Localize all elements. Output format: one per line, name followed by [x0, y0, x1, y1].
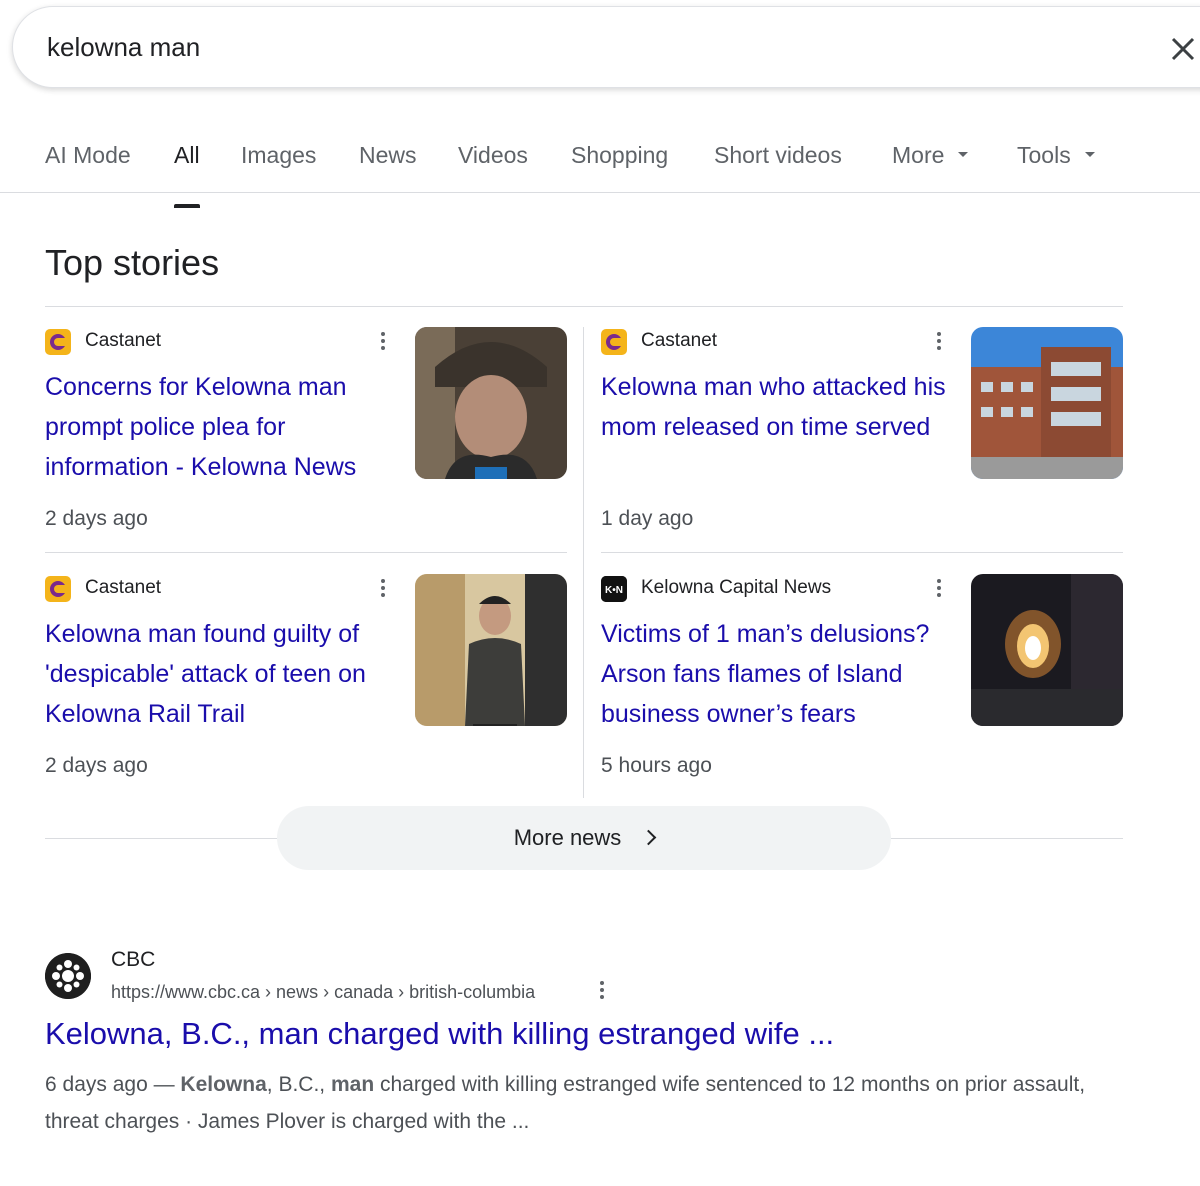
search-tabs: AI Mode All Images News Videos Shopping …: [0, 120, 1200, 208]
story-age: 2 days ago: [45, 507, 148, 530]
result-source: CBC: [111, 948, 156, 971]
more-options-icon[interactable]: [929, 329, 949, 357]
caret-down-icon: [1084, 152, 1095, 158]
tab-videos[interactable]: Videos: [458, 142, 528, 190]
story-source: Kelowna Capital News: [641, 577, 832, 598]
story-thumbnail[interactable]: [971, 327, 1123, 479]
story-thumbnail[interactable]: [415, 327, 567, 479]
snippet-bold: Kelowna: [180, 1073, 267, 1096]
more-options-icon[interactable]: [373, 576, 393, 604]
story-source: Castanet: [85, 577, 162, 598]
man-in-cap-photo: [415, 327, 567, 479]
tab-more-label: More: [892, 142, 945, 168]
divider: [45, 838, 277, 839]
story-age: 5 hours ago: [601, 754, 712, 777]
story-card[interactable]: Castanet Concerns for Kelowna man prompt…: [45, 327, 567, 555]
divider: [45, 306, 1123, 307]
tab-shopping[interactable]: Shopping: [571, 142, 668, 190]
story-thumbnail[interactable]: [415, 574, 567, 726]
courthouse-photo: [971, 327, 1123, 479]
story-card[interactable]: K•N Kelowna Capital News Victims of 1 ma…: [601, 574, 1123, 802]
caret-down-icon: [958, 152, 969, 158]
fire-at-night-photo: [971, 574, 1123, 726]
story-card[interactable]: Castanet Kelowna man who attacked his mo…: [601, 327, 1123, 555]
story-age: 1 day ago: [601, 507, 694, 530]
divider: [891, 838, 1123, 839]
tab-more[interactable]: More: [892, 142, 969, 190]
search-bar: [12, 6, 1200, 88]
result-title-link[interactable]: Kelowna, B.C., man charged with killing …: [45, 1016, 834, 1052]
more-options-icon[interactable]: [592, 978, 612, 1006]
cbc-logo-icon: [45, 953, 91, 999]
tab-all[interactable]: All: [174, 142, 200, 208]
story-source: Castanet: [641, 330, 718, 351]
snippet-date: 6 days ago: [45, 1073, 148, 1096]
svg-text:K•N: K•N: [605, 585, 623, 596]
tab-tools[interactable]: Tools: [1017, 142, 1095, 190]
castanet-icon: [45, 576, 71, 602]
divider: [583, 327, 584, 798]
snippet-separator: —: [147, 1073, 181, 1096]
tab-short-videos[interactable]: Short videos: [714, 142, 842, 190]
story-card[interactable]: Castanet Kelowna man found guilty of 'de…: [45, 574, 567, 802]
search-input[interactable]: [47, 29, 1047, 65]
clear-search-button[interactable]: [1161, 27, 1200, 71]
castanet-icon: [45, 329, 71, 355]
tab-images[interactable]: Images: [241, 142, 316, 190]
story-source: Castanet: [85, 330, 162, 351]
snippet-bold: man: [330, 1073, 375, 1096]
story-age: 2 days ago: [45, 754, 148, 777]
more-news-label: More news: [513, 825, 622, 850]
tab-news[interactable]: News: [359, 142, 417, 190]
more-options-icon[interactable]: [373, 329, 393, 357]
tab-tools-label: Tools: [1017, 142, 1071, 168]
chevron-right-icon: [641, 829, 657, 846]
story-headline[interactable]: Kelowna man found guilty of 'despicable'…: [45, 614, 395, 734]
man-in-jacket-photo: [415, 574, 567, 726]
tab-ai-mode[interactable]: AI Mode: [45, 142, 131, 190]
result-snippet: 6 days ago — Kelowna, B.C., man charged …: [45, 1066, 1135, 1140]
story-headline[interactable]: Concerns for Kelowna man prompt police p…: [45, 367, 395, 487]
story-thumbnail[interactable]: [971, 574, 1123, 726]
story-headline[interactable]: Kelowna man who attacked his mom release…: [601, 367, 951, 447]
castanet-icon: [601, 329, 627, 355]
close-icon: [1171, 37, 1195, 61]
more-news-button[interactable]: More news: [277, 806, 891, 870]
result-url[interactable]: https://www.cbc.ca › news › canada › bri…: [111, 982, 535, 1003]
more-options-icon[interactable]: [929, 576, 949, 604]
kcn-icon: K•N: [601, 576, 627, 602]
story-headline[interactable]: Victims of 1 man’s delusions? Arson fans…: [601, 614, 961, 734]
section-title: Top stories: [45, 242, 220, 283]
snippet-text: , B.C.,: [266, 1073, 331, 1096]
